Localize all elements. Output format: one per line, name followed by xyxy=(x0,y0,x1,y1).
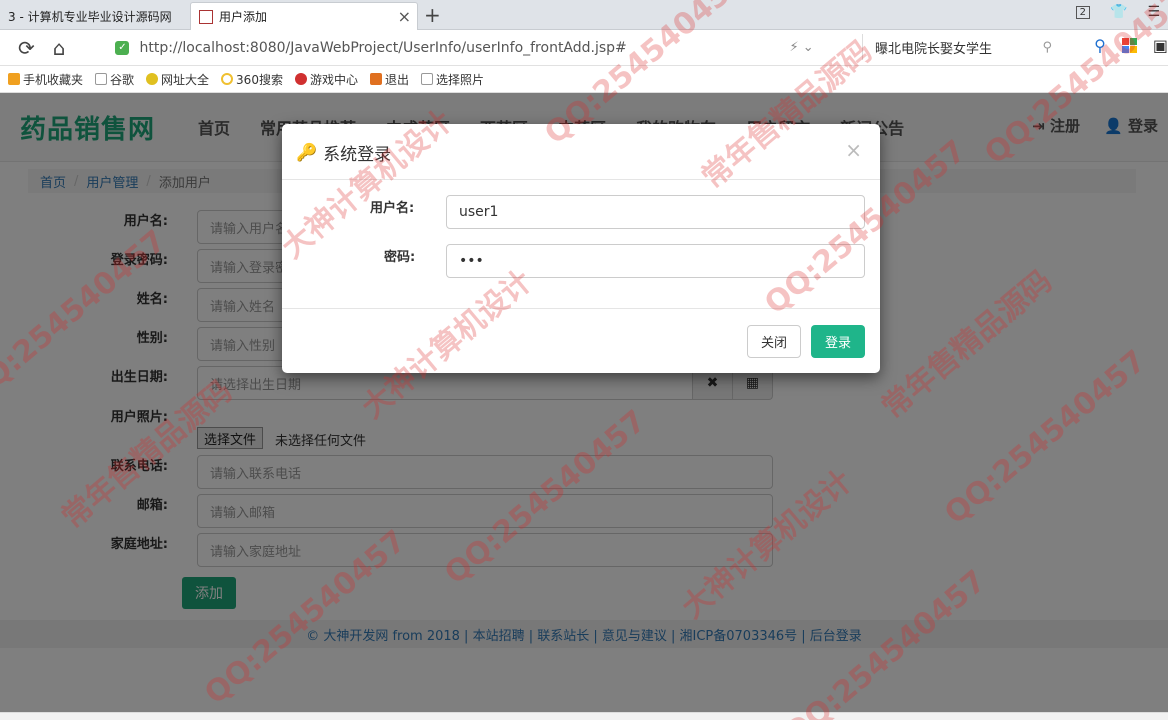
login-username-input[interactable]: user1 xyxy=(446,195,865,229)
modal-title-text: 系统登录 xyxy=(323,145,392,165)
toolbar-right: ⚲ ▣ xyxy=(1094,36,1168,55)
globe-icon xyxy=(146,73,159,85)
login-password-input[interactable]: ••• xyxy=(446,244,865,278)
key-icon: 🔑 xyxy=(296,142,318,163)
page-icon xyxy=(95,73,108,85)
browser-tab-bar: 3 - 计算机专业毕业设计源码网 用户添加 × + 2 👕 ☰ xyxy=(0,0,1168,30)
bookmark-item[interactable]: 网址大全 xyxy=(146,71,209,88)
menu-icon[interactable]: ☰ xyxy=(1147,4,1160,20)
page-favicon-icon xyxy=(199,9,213,24)
modal-header: 🔑 系统登录 × xyxy=(282,124,880,180)
bookmark-label: 退出 xyxy=(384,72,409,87)
address-tools-icon[interactable]: ⚡ ⌄ xyxy=(789,40,813,55)
bookmark-label: 360搜索 xyxy=(236,72,283,87)
close-button[interactable]: 关闭 xyxy=(747,325,801,358)
status-bar xyxy=(0,712,1168,720)
bookmark-label: 谷歌 xyxy=(110,72,135,87)
tab-count-badge[interactable]: 2 xyxy=(1075,5,1090,19)
new-tab-icon[interactable]: + xyxy=(424,3,441,27)
url-input[interactable]: http://localhost:8080/JavaWebProject/Use… xyxy=(139,40,626,56)
bookmark-item[interactable]: 手机收藏夹 xyxy=(8,71,83,88)
search-icon[interactable]: ⚲ xyxy=(1042,40,1052,55)
extension-icon[interactable]: ▣ xyxy=(1153,36,1168,55)
login-modal: 🔑 系统登录 × 用户名: user1 密码: ••• 关闭 登录 xyxy=(282,124,880,373)
search-input[interactable]: 曝北电院长娶女学生 ⚲ xyxy=(862,34,1062,60)
modal-footer: 关闭 登录 xyxy=(282,308,880,373)
close-tab-icon[interactable]: × xyxy=(398,7,411,26)
bookmark-label: 手机收藏夹 xyxy=(23,72,84,87)
bookmark-label: 网址大全 xyxy=(161,72,210,87)
bookmark-item[interactable]: 游戏中心 xyxy=(294,71,358,88)
360-search-icon xyxy=(221,73,234,85)
bookmark-item[interactable]: 选择照片 xyxy=(420,71,484,88)
tab-label: 3 - 计算机专业毕业设计源码网 xyxy=(8,9,172,24)
bookmark-item[interactable]: 退出 xyxy=(369,71,409,88)
bookmark-label: 游戏中心 xyxy=(309,72,358,87)
bookmark-item[interactable]: 360搜索 xyxy=(221,71,283,88)
bookmark-item[interactable]: 谷歌 xyxy=(95,71,134,88)
tab-label: 用户添加 xyxy=(219,10,268,24)
bookmark-label: 选择照片 xyxy=(435,72,484,87)
page-icon xyxy=(420,73,433,85)
reload-icon[interactable]: ⟳ xyxy=(18,36,35,60)
game-icon xyxy=(294,73,307,85)
close-icon[interactable]: × xyxy=(845,138,862,162)
username-label: 用户名: xyxy=(370,201,415,216)
logout-icon xyxy=(369,73,382,85)
apps-icon[interactable] xyxy=(1121,38,1137,53)
bookmarks-bar: 手机收藏夹 谷歌 网址大全 360搜索 游戏中心 退出 选择照片 xyxy=(0,66,1168,93)
browser-tab-active[interactable]: 用户添加 × xyxy=(190,2,418,30)
shirt-skin-icon[interactable]: 👕 xyxy=(1110,4,1127,20)
password-label: 密码: xyxy=(384,250,416,265)
bookmark-icon xyxy=(8,73,20,85)
magnifier-icon[interactable]: ⚲ xyxy=(1094,36,1106,55)
search-text: 曝北电院长娶女学生 xyxy=(875,41,993,57)
secure-shield-icon: ✓ xyxy=(115,40,130,55)
modal-title: 🔑 系统登录 xyxy=(296,140,392,166)
home-icon[interactable]: ⌂ xyxy=(53,36,66,60)
window-controls: 2 👕 ☰ xyxy=(1075,4,1160,20)
browser-tab[interactable]: 3 - 计算机专业毕业设计源码网 xyxy=(0,2,188,30)
address-bar: ⟳ ⌂ ✓ http://localhost:8080/JavaWebProje… xyxy=(0,30,1168,66)
login-button[interactable]: 登录 xyxy=(811,325,865,358)
